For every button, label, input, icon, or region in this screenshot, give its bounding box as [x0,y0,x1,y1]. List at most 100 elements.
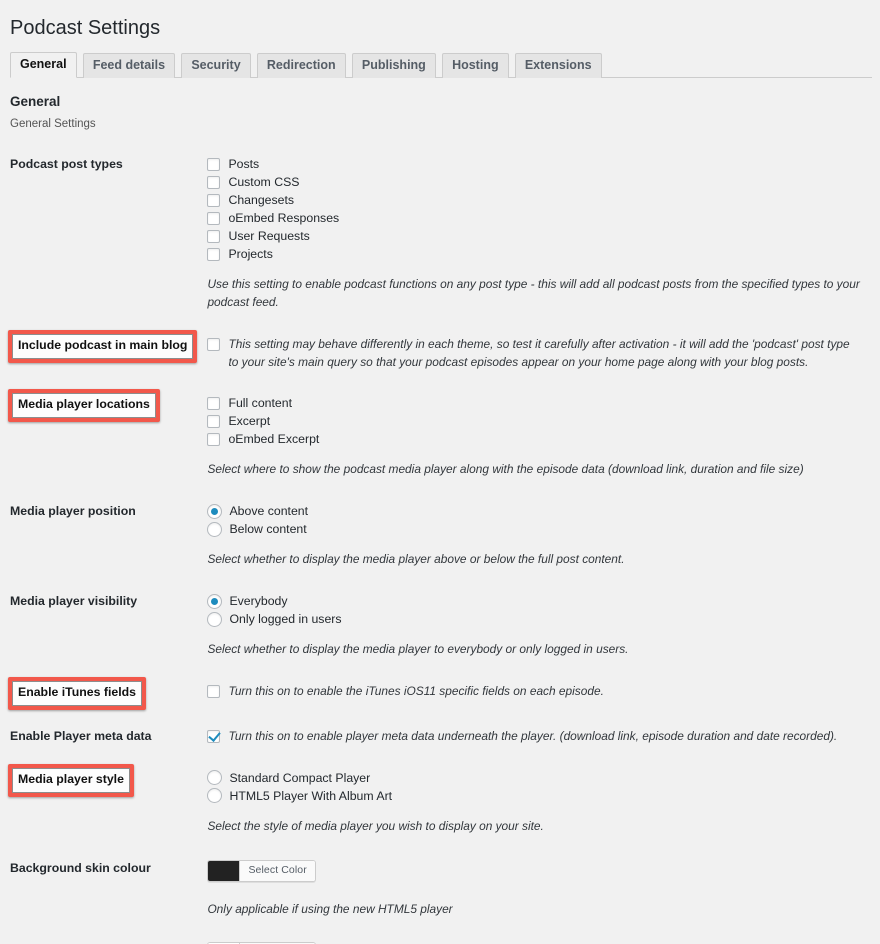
section-subheading: General Settings [10,118,96,130]
label-post-types: Podcast post types [10,157,123,171]
list-item[interactable]: Projects [207,246,862,262]
label-background-skin-colour: Background skin colour [10,860,151,875]
label-include-in-main-blog: Include podcast in main blog [8,324,207,384]
list-item[interactable]: User Requests [207,228,862,244]
radio-label: HTML5 Player With Album Art [229,788,393,803]
list-item[interactable]: Everybody [207,593,862,609]
description-player-style: Select the style of media player you wis… [207,818,544,833]
label-itunes-fields: Enable iTunes fields [8,671,207,716]
color-swatch[interactable] [208,860,241,881]
field-row-player-visibility: Media player visibility Everybody Only l… [8,581,872,671]
checkbox-custom-css[interactable] [207,175,221,189]
description-post-types: Use this setting to enable podcast funct… [207,277,860,309]
description-player-visibility: Select whether to display the media play… [207,642,629,657]
checkbox-full-content[interactable] [207,396,221,410]
tab-extensions[interactable]: Extensions [514,53,602,78]
list-item[interactable]: Standard Compact Player [207,770,862,786]
radio-above-content[interactable] [207,503,223,519]
settings-form: Podcast post types Posts Custom CSS Chan… [8,144,872,944]
field-row-post-types: Podcast post types Posts Custom CSS Chan… [8,144,872,324]
tab-publishing[interactable]: Publishing [351,53,436,78]
field-row-progress-bar-colour: Player progress bar colour Select Color … [8,930,872,944]
settings-tab-bar: General Feed details Security Redirectio… [10,52,872,78]
list-item[interactable]: Posts [207,156,862,172]
tab-redirection[interactable]: Redirection [256,53,346,78]
field-row-itunes-fields: Enable iTunes fields Turn this on to ena… [8,671,872,716]
checkbox-label: Excerpt [228,414,271,429]
player-style-radio-group: Standard Compact Player HTML5 Player Wit… [207,770,862,804]
player-visibility-radio-group: Everybody Only logged in users [207,593,862,627]
settings-page: Podcast Settings General Feed details Se… [0,8,880,944]
list-item[interactable]: Full content [207,395,862,411]
checkbox-oembed-excerpt[interactable] [207,432,221,446]
itunes-fields-control[interactable]: Turn this on to enable the iTunes iOS11 … [207,683,862,701]
checkbox-changesets[interactable] [207,193,221,207]
color-picker-background-skin[interactable]: Select Color [207,859,316,882]
radio-only-logged-in-users[interactable] [207,611,223,627]
checkbox-posts[interactable] [207,157,221,171]
checkbox-label: oEmbed Responses [228,211,340,225]
highlight-box: Media player style [8,763,134,797]
checkbox-user-requests[interactable] [207,229,221,243]
radio-html5-player-with-album-art[interactable] [207,788,223,804]
label-progress-bar-colour: Player progress bar colour [8,930,207,944]
description-background-skin-colour: Only applicable if using the new HTML5 p… [207,901,453,916]
player-position-radio-group: Above content Below content [207,503,862,537]
checkbox-label: Projects [228,247,273,261]
highlight-box: Media player locations [8,389,160,423]
page-title: Podcast Settings [10,17,161,39]
field-row-background-skin-colour: Background skin colour Select Color Only… [8,848,872,931]
list-item[interactable]: Excerpt [207,413,862,429]
label-player-meta-data: Enable Player meta data [10,729,152,743]
checkbox-label: oEmbed Excerpt [228,432,320,447]
list-item[interactable]: Below content [207,521,862,537]
checkbox-projects[interactable] [207,247,221,261]
field-row-player-locations: Media player locations Full content Exce… [8,383,872,491]
list-item[interactable]: Above content [207,503,862,519]
tab-general[interactable]: General [10,52,77,78]
label-text: Enable iTunes fields [12,681,142,706]
checkbox-label: User Requests [228,229,310,243]
radio-label: Below content [229,522,307,537]
section-heading: General [10,94,61,109]
list-item[interactable]: Only logged in users [207,611,862,627]
description-itunes-fields: Turn this on to enable the iTunes iOS11 … [228,684,604,699]
checkbox-label: Changesets [228,193,295,207]
label-player-locations: Media player locations [8,383,207,491]
checkbox-itunes-fields[interactable] [207,685,221,699]
list-item[interactable]: Custom CSS [207,174,862,190]
field-row-include-in-main-blog: Include podcast in main blog This settin… [8,324,872,384]
select-color-button[interactable]: Select Color [240,860,315,881]
description-player-position: Select whether to display the media play… [207,552,625,567]
list-item[interactable]: oEmbed Responses [207,210,862,226]
tab-security[interactable]: Security [181,53,251,78]
label-player-visibility: Media player visibility [10,594,138,609]
radio-label: Standard Compact Player [229,770,371,785]
radio-standard-compact-player[interactable] [207,770,223,786]
checkbox-include-in-main-blog[interactable] [207,337,221,351]
highlight-box: Include podcast in main blog [8,329,198,363]
tab-feed-details[interactable]: Feed details [82,53,176,78]
radio-label: Everybody [229,594,288,609]
include-in-main-blog-control[interactable]: This setting may behave differently in e… [207,336,862,372]
checkbox-player-meta-data[interactable] [207,730,221,743]
field-row-player-meta-data: Enable Player meta data Turn this on to … [8,716,872,758]
label-text: Include podcast in main blog [12,333,194,359]
list-item[interactable]: Changesets [207,192,862,208]
list-item[interactable]: HTML5 Player With Album Art [207,788,862,804]
label-text: Media player locations [12,393,156,419]
checkbox-oembed-responses[interactable] [207,211,221,225]
checkbox-label: Full content [228,396,293,411]
list-item[interactable]: oEmbed Excerpt [207,431,862,447]
label-player-position: Media player position [10,504,136,519]
checkbox-label: Custom CSS [228,175,300,189]
tab-hosting[interactable]: Hosting [442,53,509,78]
radio-everybody[interactable] [207,593,223,609]
radio-label: Above content [229,504,309,519]
label-text: Media player style [12,767,130,793]
player-meta-data-control[interactable]: Turn this on to enable player meta data … [207,728,862,746]
checkbox-excerpt[interactable] [207,414,221,428]
description-player-locations: Select where to show the podcast media p… [207,462,804,477]
post-types-checkbox-group: Posts Custom CSS Changesets oEmbed Respo… [207,156,862,262]
radio-below-content[interactable] [207,521,223,537]
